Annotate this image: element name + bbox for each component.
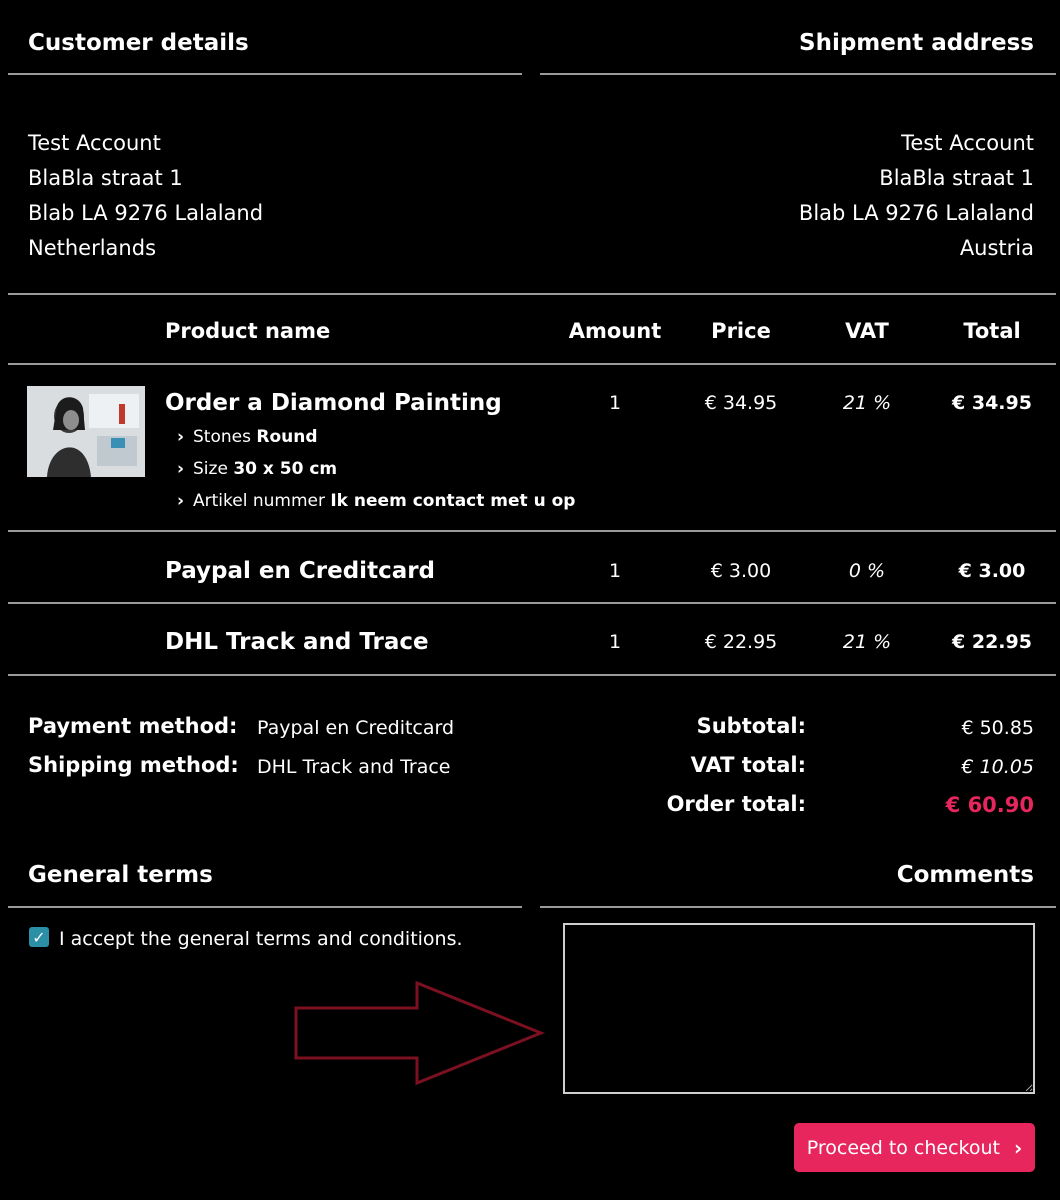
terms-checkbox-label[interactable]: I accept the general terms and condition… [59,928,463,950]
vat-total-value: € 10.05 [961,756,1034,778]
divider [540,73,1056,75]
column-header-vat: VAT [845,319,889,343]
payment-method-value: Paypal en Creditcard [257,717,455,739]
payment-method-label: Payment method: [28,714,238,738]
shipping-method-label: Shipping method: [28,753,239,777]
shipment-street: BlaBla straat 1 [879,166,1034,190]
row-total: € 3.00 [958,560,1026,582]
chevron-right-icon: › [177,427,185,447]
arrow-right-annotation [294,980,546,1086]
subtotal-label: Subtotal: [696,714,806,738]
shipping-row-name: DHL Track and Trace [165,629,429,655]
row-total: € 22.95 [952,631,1032,653]
customer-country: Netherlands [28,236,157,260]
row-total: € 34.95 [952,392,1032,414]
option-size: › Size 30 x 50 cm [177,453,575,485]
shipping-method-value: DHL Track and Trace [257,756,451,778]
column-header-amount: Amount [568,319,662,343]
row-vat: 0 % [848,560,886,582]
checkmark-icon: ✓ [32,927,46,947]
row-price: € 34.95 [704,392,778,414]
vat-total-label: VAT total: [690,753,806,777]
column-header-price: Price [711,319,771,343]
order-total-value: € 60.90 [945,793,1034,817]
shipment-address: Test Account BlaBla straat 1 Blab LA 927… [799,126,1034,266]
divider [8,363,1056,365]
customer-street: BlaBla straat 1 [28,166,183,190]
row-price: € 3.00 [710,560,772,582]
divider [8,906,522,908]
row-vat: 21 % [842,392,892,414]
payment-row-name: Paypal en Creditcard [165,558,436,584]
comments-heading: Comments [896,862,1034,888]
row-amount: 1 [608,392,622,414]
row-vat: 21 % [842,631,892,653]
shipment-address-heading: Shipment address [799,30,1034,56]
customer-name: Test Account [28,131,161,155]
product-options: › Stones Round › Size 30 x 50 cm › Artikel … [177,421,575,517]
customer-address: Test Account BlaBla straat 1 Blab LA 927… [28,126,263,266]
order-total-label: Order total: [666,792,806,816]
shipment-name: Test Account [901,131,1034,155]
column-header-product: Product name [165,319,331,343]
shipment-city: Blab LA 9276 Lalaland [798,201,1034,225]
checkout-button-label: Proceed to checkout [806,1136,1000,1159]
subtotal-value: € 50.85 [961,717,1034,739]
customer-details-heading: Customer details [28,30,249,56]
product-name[interactable]: Order a Diamond Painting [165,390,502,416]
proceed-to-checkout-button[interactable]: Proceed to checkout › [794,1123,1035,1172]
option-stones: › Stones Round [177,421,575,453]
product-thumbnail[interactable] [27,386,145,477]
divider [8,602,1056,604]
divider [8,674,1056,676]
chevron-right-icon: › [1014,1135,1023,1160]
shipment-country: Austria [959,236,1034,260]
divider [540,906,1056,908]
option-article-number: › Artikel nummer Ik neem contact met u op [177,485,575,517]
customer-city: Blab LA 9276 Lalaland [28,201,264,225]
row-price: € 22.95 [704,631,778,653]
divider [8,73,522,75]
divider [8,530,1056,532]
chevron-right-icon: › [177,491,185,511]
row-amount: 1 [608,560,622,582]
row-amount: 1 [608,631,622,653]
column-header-total: Total [963,319,1021,343]
chevron-right-icon: › [177,459,185,479]
general-terms-heading: General terms [28,862,213,888]
divider [8,293,1056,295]
comments-textarea[interactable] [563,923,1035,1094]
terms-checkbox[interactable]: ✓ [29,927,49,947]
